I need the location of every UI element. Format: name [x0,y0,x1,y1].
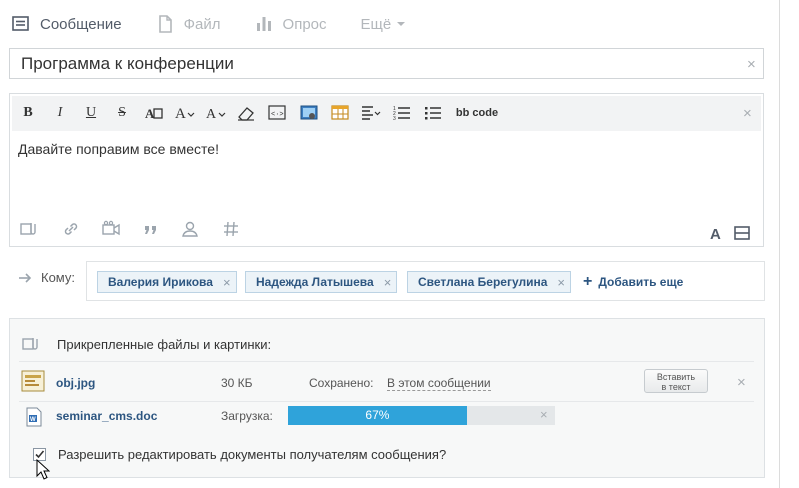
post-form: Сообщение Файл Опрос Ещё × [0,0,780,488]
message-editor: B I U S A A A <·> 1 2 3 bb code × Давайт… [9,93,764,247]
bbcode-button[interactable]: bb code [455,104,499,122]
message-icon [12,16,29,31]
add-recipient-label: Добавить еще [598,275,684,289]
recipients-label: Кому: [18,270,75,285]
mention-user-icon[interactable] [181,220,199,238]
quote-icon[interactable] [142,220,160,238]
tab-more[interactable]: Ещё [361,8,406,40]
file-row: obj.jpg 30 КБ Сохранено: В этом сообщени… [19,361,754,402]
svg-text:W: W [30,417,36,423]
insert-image-icon[interactable] [300,104,318,122]
tab-poll[interactable]: Опрос [255,8,327,40]
add-recipient-button[interactable]: + Добавить еще [583,273,683,291]
attach-file-icon[interactable] [20,220,38,238]
file-size: 30 КБ [221,376,253,390]
recipient-chip[interactable]: Надежда Латышева × [245,271,398,293]
tab-message[interactable]: Сообщение [12,8,122,40]
insert-into-text-button[interactable]: Вставить в текст [644,369,708,393]
svg-text:3: 3 [393,116,396,122]
arrow-right-icon [19,272,32,283]
file-name-link[interactable]: seminar_cms.doc [56,409,157,423]
link-icon[interactable] [62,220,80,238]
tab-poll-label: Опрос [282,15,327,33]
title-field: × [9,48,764,79]
doc-file-icon: W [26,407,42,427]
upload-progress-text: 67% [365,408,390,422]
strikethrough-icon[interactable]: S [114,104,130,122]
chevron-down-icon [397,22,406,26]
text-format-icon[interactable]: A [708,224,726,242]
remove-recipient-icon[interactable]: × [223,275,231,290]
file-status-label: Сохранено: [309,376,374,390]
svg-text:A: A [206,107,217,122]
plus-icon: + [583,273,593,290]
bullet-list-icon[interactable] [424,104,442,122]
mouse-pointer-icon [36,459,50,480]
recipient-name: Светлана Берегулина [418,275,548,289]
attachments-heading: Прикрепленные файлы и картинки: [22,335,271,353]
remove-recipient-icon[interactable]: × [557,275,565,290]
attach-file-icon [22,338,38,350]
eraser-icon[interactable] [236,104,256,122]
tab-bar: Сообщение Файл Опрос Ещё [12,8,439,40]
title-input[interactable] [21,49,721,78]
insert-table-icon[interactable] [331,104,349,122]
file-location-select[interactable]: В этом сообщении [387,376,491,391]
align-icon[interactable] [361,104,381,122]
svg-text:<·>: <·> [271,111,284,119]
tab-file-label: Файл [183,15,221,33]
font-family-icon[interactable]: A [206,104,226,122]
font-size-icon[interactable]: A [175,104,195,122]
remove-file-icon[interactable]: × [737,375,746,390]
svg-text:A: A [175,106,186,122]
tab-file[interactable]: Файл [156,8,221,40]
numbered-list-icon[interactable]: 1 2 3 [393,104,411,122]
recipient-chip[interactable]: Валерия Ирикова × [97,271,237,293]
svg-text:A: A [710,226,721,242]
tab-message-label: Сообщение [40,15,122,33]
recipients-label-text: Кому: [41,270,75,285]
source-code-icon[interactable]: <·> [268,104,286,122]
insert-label-line1: Вставить [656,372,696,382]
bold-icon[interactable]: B [20,104,36,122]
clear-title-icon[interactable]: × [747,57,756,72]
recipient-chip[interactable]: Светлана Берегулина × [407,271,572,293]
video-icon[interactable] [102,220,120,238]
attachments-heading-text: Прикрепленные файлы и картинки: [57,336,272,352]
image-file-icon [21,370,45,392]
insert-label-line2: в текст [661,382,691,392]
tab-more-label: Ещё [360,15,392,33]
message-text[interactable]: Давайте поправим все вместе! [18,141,219,157]
recipient-name: Валерия Ирикова [108,275,213,289]
allow-edit-label[interactable]: Разрешить редактировать документы получа… [58,447,446,462]
upload-progress-bar: 67% × [288,406,555,425]
hashtag-icon[interactable] [222,220,240,238]
file-name-link[interactable]: obj.jpg [56,376,95,390]
cancel-upload-icon[interactable]: × [540,408,548,421]
remove-recipient-icon[interactable]: × [384,275,392,290]
italic-icon[interactable]: I [52,104,68,122]
recipients-field[interactable]: Валерия Ирикова × Надежда Латышева × Све… [86,261,765,301]
file-icon [158,15,172,33]
formatting-toolbar: B I U S A A A <·> 1 2 3 bb code × [12,96,761,131]
attachments-panel: Прикрепленные файлы и картинки: obj.jpg … [9,318,765,478]
text-style-icon[interactable]: A [145,104,163,122]
recipient-name: Надежда Латышева [256,275,374,289]
toggle-panel-icon[interactable] [733,224,751,242]
poll-icon [256,17,271,31]
close-toolbar-icon[interactable]: × [743,106,752,121]
underline-icon[interactable]: U [83,104,99,122]
upload-status-label: Загрузка: [221,409,273,423]
